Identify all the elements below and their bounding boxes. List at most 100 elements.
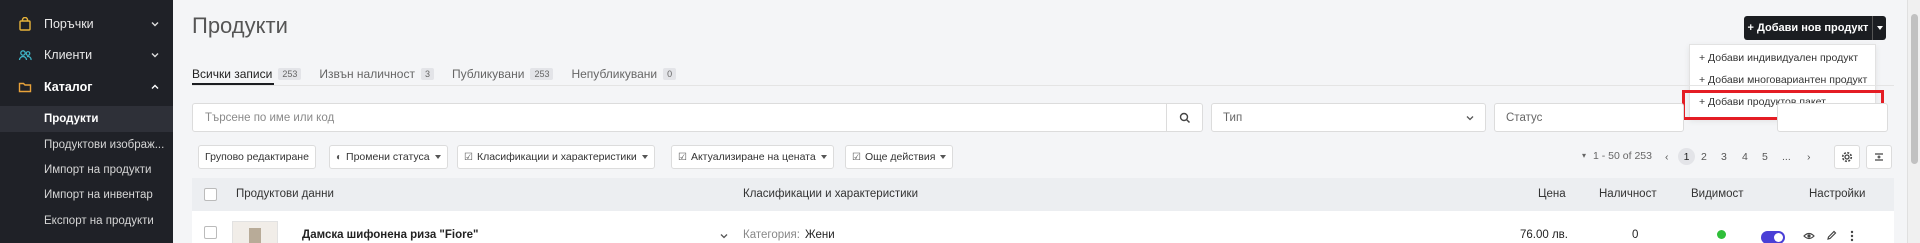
sidebar-subitem-import-inventory[interactable]: Импорт на инвентар — [0, 182, 173, 208]
sidebar-item-clients[interactable]: Клиенти — [0, 40, 173, 70]
type-select-label: Тип — [1223, 111, 1243, 124]
publish-toggle[interactable] — [1761, 231, 1785, 243]
pager-page-2[interactable]: 2 — [1701, 148, 1707, 165]
status-select-label: Статус — [1506, 111, 1543, 124]
select-all-checkbox[interactable] — [204, 188, 217, 201]
type-select[interactable]: Тип — [1211, 103, 1486, 132]
column-header-settings[interactable]: Настройки — [1809, 188, 1865, 200]
menu-item-add-single-product[interactable]: + Добави индивидуален продукт — [1699, 52, 1858, 64]
button-label: Актуализиране на цената — [690, 151, 816, 163]
pager-prev-icon[interactable]: ‹ — [1665, 148, 1669, 165]
chevron-down-icon[interactable] — [719, 231, 729, 241]
page-title: Продукти — [192, 13, 288, 38]
sidebar-item-label: Каталог — [44, 80, 93, 94]
column-header-quantity[interactable]: Наличност — [1599, 188, 1657, 200]
table-header: Продуктови данни Класификации и характер… — [192, 178, 1894, 211]
column-header-visibility[interactable]: Видимост — [1691, 188, 1744, 200]
shopping-bag-icon — [17, 16, 33, 32]
column-header-classifications[interactable]: Класификации и характеристики — [743, 188, 918, 200]
toggle-icon: ◐ — [336, 151, 343, 163]
tab-count-badge: 253 — [530, 68, 554, 80]
table-row: Дамска шифонена риза "Fiore" Категория: … — [192, 211, 1894, 243]
chevron-up-icon — [151, 84, 159, 89]
caret-down-icon — [434, 155, 441, 159]
folder-icon — [17, 79, 33, 95]
pager-page-3[interactable]: 3 — [1721, 148, 1727, 165]
tabs: Всички записи 253 Извън наличност 3 Публ… — [192, 64, 694, 84]
sidebar-item-label: Клиенти — [44, 48, 93, 62]
tab-count-badge: 3 — [420, 68, 434, 80]
pager-ellipsis: ... — [1782, 150, 1791, 163]
bulk-edit-button[interactable]: Групово редактиране — [198, 145, 316, 169]
tab-label: Публикувани — [452, 67, 525, 81]
status-select[interactable]: Статус — [1494, 103, 1684, 132]
extra-filter-select[interactable] — [1777, 103, 1888, 132]
search-button[interactable] — [1167, 103, 1203, 132]
toggle-knob — [1774, 233, 1783, 242]
caret-down-icon — [820, 155, 827, 159]
caret-down-icon[interactable]: ▾ — [1582, 151, 1586, 160]
edit-check-icon: ☑ — [464, 151, 473, 163]
add-product-dropdown-toggle[interactable] — [1872, 16, 1886, 40]
pager-page-4[interactable]: 4 — [1742, 148, 1748, 165]
tab-published[interactable]: Публикувани 253 — [452, 64, 554, 84]
pager-page-5[interactable]: 5 — [1762, 148, 1768, 165]
sidebar-subitem-export-products[interactable]: Експорт на продукти — [0, 208, 173, 234]
column-header-product-data[interactable]: Продуктови данни — [236, 188, 334, 200]
change-status-button[interactable]: ◐ Промени статуса — [329, 145, 448, 169]
sidebar: Поръчки Клиенти Каталог Продукти Продукт… — [0, 0, 173, 243]
button-label: Класификации и характеристики — [476, 151, 637, 163]
chevron-down-icon — [151, 22, 159, 27]
table-density-button[interactable] — [1866, 145, 1892, 169]
tab-unpublished[interactable]: Непубликувани 0 — [571, 64, 677, 84]
pager-range: 1 - 50 of 253 — [1593, 150, 1652, 162]
classifications-button[interactable]: ☑ Класификации и характеристики — [457, 145, 655, 169]
tab-all-records[interactable]: Всички записи 253 — [192, 64, 302, 84]
chevron-down-icon — [1466, 116, 1474, 121]
more-vertical-icon[interactable] — [1850, 230, 1854, 242]
tab-count-badge: 0 — [663, 68, 677, 80]
edit-check-icon: ☑ — [678, 151, 687, 163]
tab-label: Извън наличност — [319, 67, 415, 81]
sidebar-item-catalog[interactable]: Каталог — [0, 72, 173, 102]
search-input[interactable]: Търсене по име или код — [192, 103, 1167, 132]
page-scrollbar[interactable] — [1907, 0, 1920, 243]
add-product-button[interactable]: + Добави нов продукт — [1744, 16, 1872, 40]
tab-out-of-stock[interactable]: Извън наличност 3 — [319, 64, 434, 84]
tabs-divider — [192, 85, 1894, 86]
caret-down-icon — [1876, 26, 1883, 30]
search-icon — [1179, 112, 1190, 123]
sidebar-subitem-products[interactable]: Продукти — [0, 106, 173, 132]
tab-count-badge: 253 — [278, 68, 302, 80]
button-label: Още действия — [864, 151, 936, 163]
compress-icon — [1875, 153, 1883, 161]
chevron-down-icon — [151, 53, 159, 58]
product-thumbnail[interactable] — [232, 221, 278, 243]
scrollbar-thumb[interactable] — [1911, 14, 1918, 164]
caret-down-icon — [940, 155, 947, 159]
row-checkbox[interactable] — [204, 226, 217, 239]
tab-label: Непубликувани — [571, 67, 658, 81]
caret-down-icon — [641, 155, 648, 159]
sidebar-subitem-product-images[interactable]: Продуктови изображ... — [0, 132, 173, 158]
sidebar-item-orders[interactable]: Поръчки — [0, 9, 173, 39]
pager-page-1[interactable]: 1 — [1678, 148, 1695, 165]
eye-icon[interactable] — [1803, 231, 1815, 241]
table-settings-button[interactable] — [1834, 145, 1860, 169]
pager-next-icon[interactable]: › — [1807, 148, 1811, 165]
visibility-status-dot — [1717, 230, 1726, 239]
gear-icon — [1841, 151, 1853, 163]
price-update-button[interactable]: ☑ Актуализиране на цената — [671, 145, 834, 169]
sidebar-item-label: Поръчки — [44, 17, 94, 31]
product-price: 76.00 лв. — [1520, 229, 1568, 241]
edit-check-icon: ☑ — [852, 151, 861, 163]
more-actions-button[interactable]: ☑ Още действия — [845, 145, 954, 169]
category-label: Категория: — [743, 229, 800, 241]
product-name[interactable]: Дамска шифонена риза "Fiore" — [302, 229, 478, 241]
button-label: Промени статуса — [346, 151, 430, 163]
sidebar-subitem-import-products[interactable]: Импорт на продукти — [0, 157, 173, 183]
main-content: Продукти + Добави нов продукт + Добави и… — [173, 0, 1920, 243]
tab-label: Всички записи — [192, 67, 273, 81]
column-header-price[interactable]: Цена — [1538, 188, 1566, 200]
pencil-icon[interactable] — [1826, 230, 1837, 241]
